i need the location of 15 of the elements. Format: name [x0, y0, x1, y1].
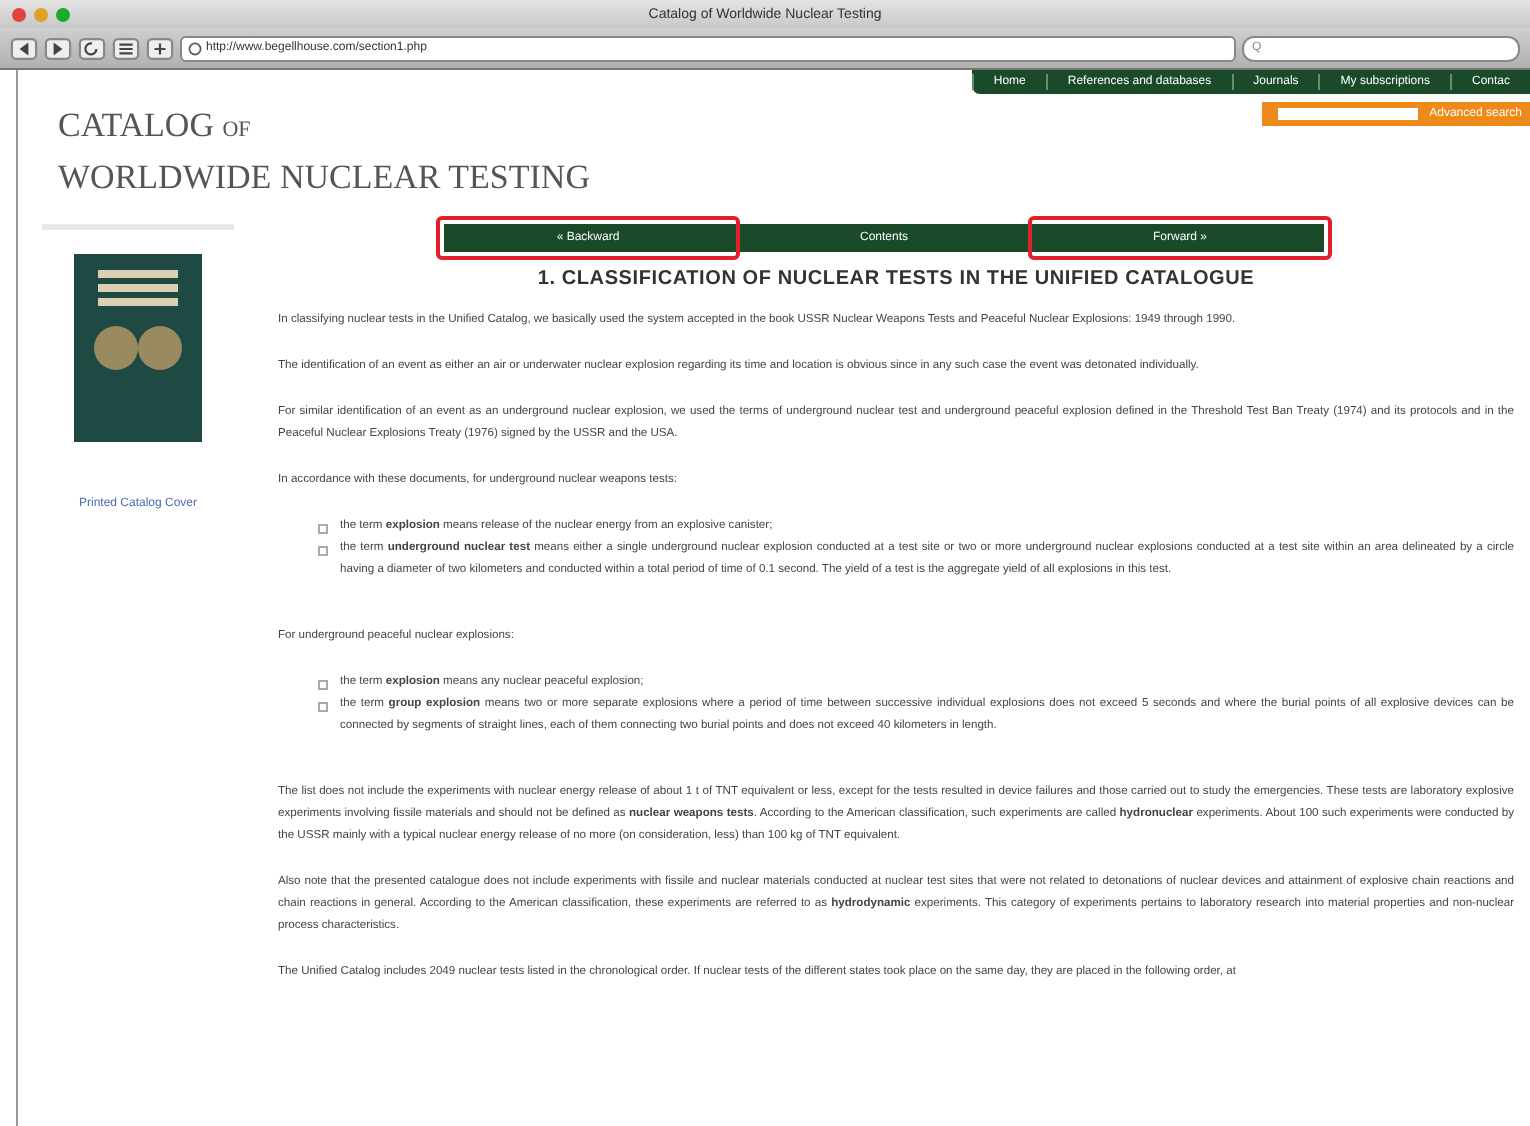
bookmarks-icon[interactable]	[112, 37, 140, 59]
bullet-icon	[318, 702, 328, 712]
reload-icon[interactable]	[78, 37, 106, 59]
add-icon[interactable]	[146, 37, 174, 59]
site-search-input[interactable]	[1277, 108, 1418, 120]
close-icon[interactable]	[12, 7, 26, 21]
back-icon[interactable]	[10, 37, 38, 59]
bullet-icon	[318, 546, 328, 556]
section-heading: 1. CLASSIFICATION OF NUCLEAR TESTS IN THE UNIFIED CATALOGUE	[535, 268, 1257, 290]
book-cover-drawing[interactable]	[74, 254, 202, 442]
site-logo[interactable]: CATALOG OF WORLDWIDE NUCLEAR TESTING	[18, 70, 590, 200]
globe-icon	[188, 41, 202, 55]
bullet-icon	[318, 680, 328, 690]
forward-icon[interactable]	[44, 37, 72, 59]
bullet-icon	[318, 524, 328, 534]
